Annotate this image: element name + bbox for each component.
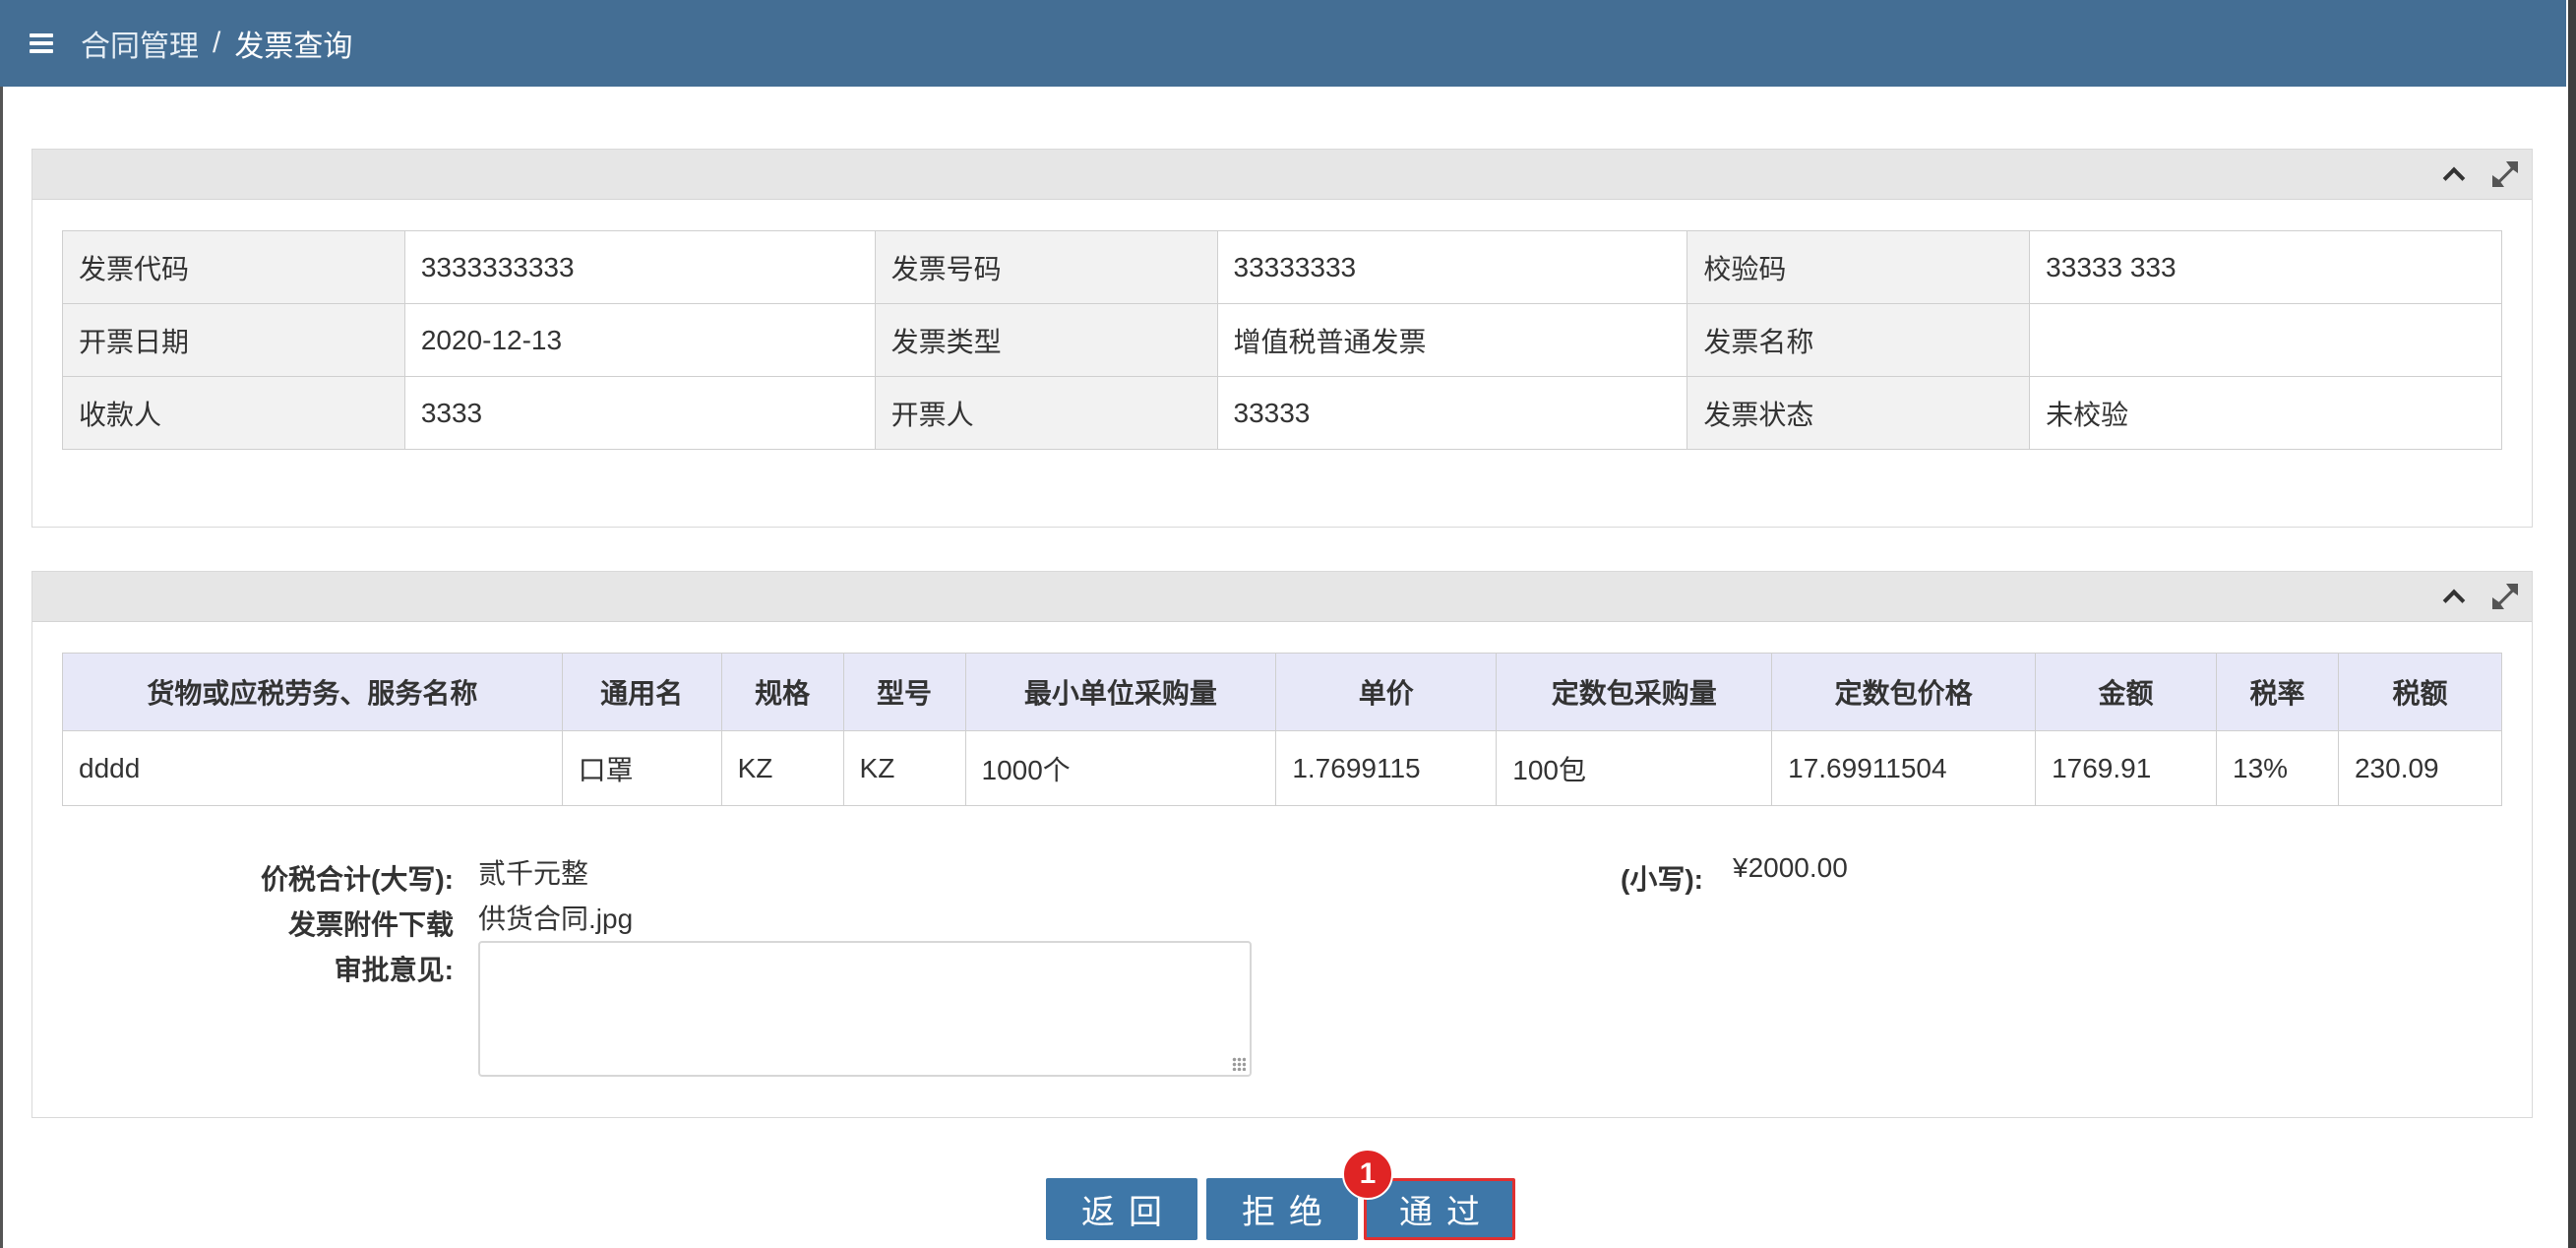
tax-rate-cell: 13%	[2216, 730, 2339, 806]
check-code-value: 33333 333	[2029, 230, 2502, 304]
invoice-type-value: 增值税普通发票	[1216, 303, 1688, 377]
step-badge: 1	[1342, 1149, 1393, 1200]
column-header: 货物或应税劳务、服务名称	[62, 653, 563, 731]
invoice-status-label: 发票状态	[1687, 376, 2031, 450]
column-header: 税额	[2337, 653, 2503, 731]
breadcrumb: 合同管理 / 发票查询	[81, 22, 352, 65]
approval-opinion-textarea[interactable]	[478, 941, 1252, 1077]
collapse-icon[interactable]	[2437, 157, 2471, 191]
attachment-label: 发票附件下载	[287, 909, 454, 940]
back-button[interactable]: 返回	[1046, 1178, 1197, 1240]
breadcrumb-separator: /	[213, 27, 221, 59]
reject-button[interactable]: 拒绝	[1206, 1178, 1358, 1240]
table-row: 发票代码 3333333333 发票号码 33333333 校验码 33333 …	[62, 230, 2502, 304]
column-header: 型号	[842, 653, 966, 731]
fullscreen-icon[interactable]	[2488, 580, 2522, 613]
column-header: 最小单位采购量	[964, 653, 1277, 731]
column-header: 定数包价格	[1771, 653, 2037, 731]
payee-value: 3333	[403, 376, 876, 450]
model-cell: KZ	[842, 730, 966, 806]
goods-name-cell: dddd	[62, 730, 563, 806]
invoice-type-label: 发票类型	[874, 303, 1218, 377]
check-code-label: 校验码	[1687, 230, 2031, 304]
issue-date-label: 开票日期	[62, 303, 405, 377]
column-header: 金额	[2035, 653, 2218, 731]
column-header: 通用名	[561, 653, 722, 731]
package-price-cell: 17.69911504	[1771, 730, 2037, 806]
invoice-status-value: 未校验	[2029, 376, 2502, 450]
hamburger-menu-icon[interactable]	[14, 33, 69, 53]
top-header-bar: 合同管理 / 发票查询	[0, 0, 2566, 87]
table-row: 开票日期 2020-12-13 发票类型 增值税普通发票 发票名称	[62, 303, 2502, 377]
resize-handle-icon[interactable]	[1232, 1057, 1246, 1071]
column-header: 规格	[720, 653, 844, 731]
total-upper-label: 价税合计(大写):	[261, 864, 454, 895]
invoice-info-panel-header	[32, 150, 2532, 200]
payee-label: 收款人	[62, 376, 405, 450]
tax-amount-cell: 230.09	[2337, 730, 2503, 806]
invoice-number-label: 发票号码	[874, 230, 1218, 304]
issue-date-value: 2020-12-13	[403, 303, 876, 377]
table-header-row: 货物或应税劳务、服务名称 通用名 规格 型号 最小单位采购量 单价 定数包采购量…	[62, 653, 2503, 731]
window-left-edge	[0, 0, 3, 1248]
amount-cell: 1769.91	[2035, 730, 2218, 806]
total-lower-value: ¥2000.00	[1733, 852, 1848, 883]
unit-price-cell: 1.7699115	[1275, 730, 1498, 806]
column-header: 定数包采购量	[1496, 653, 1773, 731]
issuer-label: 开票人	[874, 376, 1218, 450]
invoice-code-value: 3333333333	[403, 230, 876, 304]
total-lower-label: (小写):	[1621, 864, 1703, 895]
vertical-scrollbar[interactable]	[2568, 0, 2576, 1248]
spec-cell: KZ	[720, 730, 844, 806]
breadcrumb-current: 发票查询	[234, 31, 353, 63]
package-qty-cell: 100包	[1496, 730, 1773, 806]
column-header: 税率	[2216, 653, 2339, 731]
invoice-name-label: 发票名称	[1687, 303, 2031, 377]
collapse-icon[interactable]	[2437, 580, 2471, 613]
approval-opinion-label: 审批意见:	[334, 955, 454, 985]
issuer-value: 33333	[1216, 376, 1688, 450]
goods-panel-header	[32, 572, 2532, 622]
table-row: dddd 口罩 KZ KZ 1000个 1.7699115 100包 17.69…	[62, 730, 2503, 806]
invoice-info-panel: 发票代码 3333333333 发票号码 33333333 校验码 33333 …	[31, 149, 2533, 528]
min-unit-qty-cell: 1000个	[964, 730, 1277, 806]
invoice-code-label: 发票代码	[62, 230, 405, 304]
total-upper-value: 贰千元整	[478, 858, 589, 889]
attachment-link[interactable]: 供货合同.jpg	[478, 898, 633, 937]
breadcrumb-parent[interactable]: 合同管理	[81, 22, 199, 65]
goods-table: 货物或应税劳务、服务名称 通用名 规格 型号 最小单位采购量 单价 定数包采购量…	[62, 653, 2503, 806]
goods-panel: 货物或应税劳务、服务名称 通用名 规格 型号 最小单位采购量 单价 定数包采购量…	[31, 571, 2533, 1118]
invoice-info-table: 发票代码 3333333333 发票号码 33333333 校验码 33333 …	[62, 230, 2502, 450]
column-header: 单价	[1275, 653, 1498, 731]
generic-name-cell: 口罩	[561, 730, 722, 806]
table-row: 收款人 3333 开票人 33333 发票状态 未校验	[62, 376, 2502, 450]
invoice-number-value: 33333333	[1216, 230, 1688, 304]
fullscreen-icon[interactable]	[2488, 157, 2522, 191]
invoice-name-value	[2029, 303, 2502, 377]
